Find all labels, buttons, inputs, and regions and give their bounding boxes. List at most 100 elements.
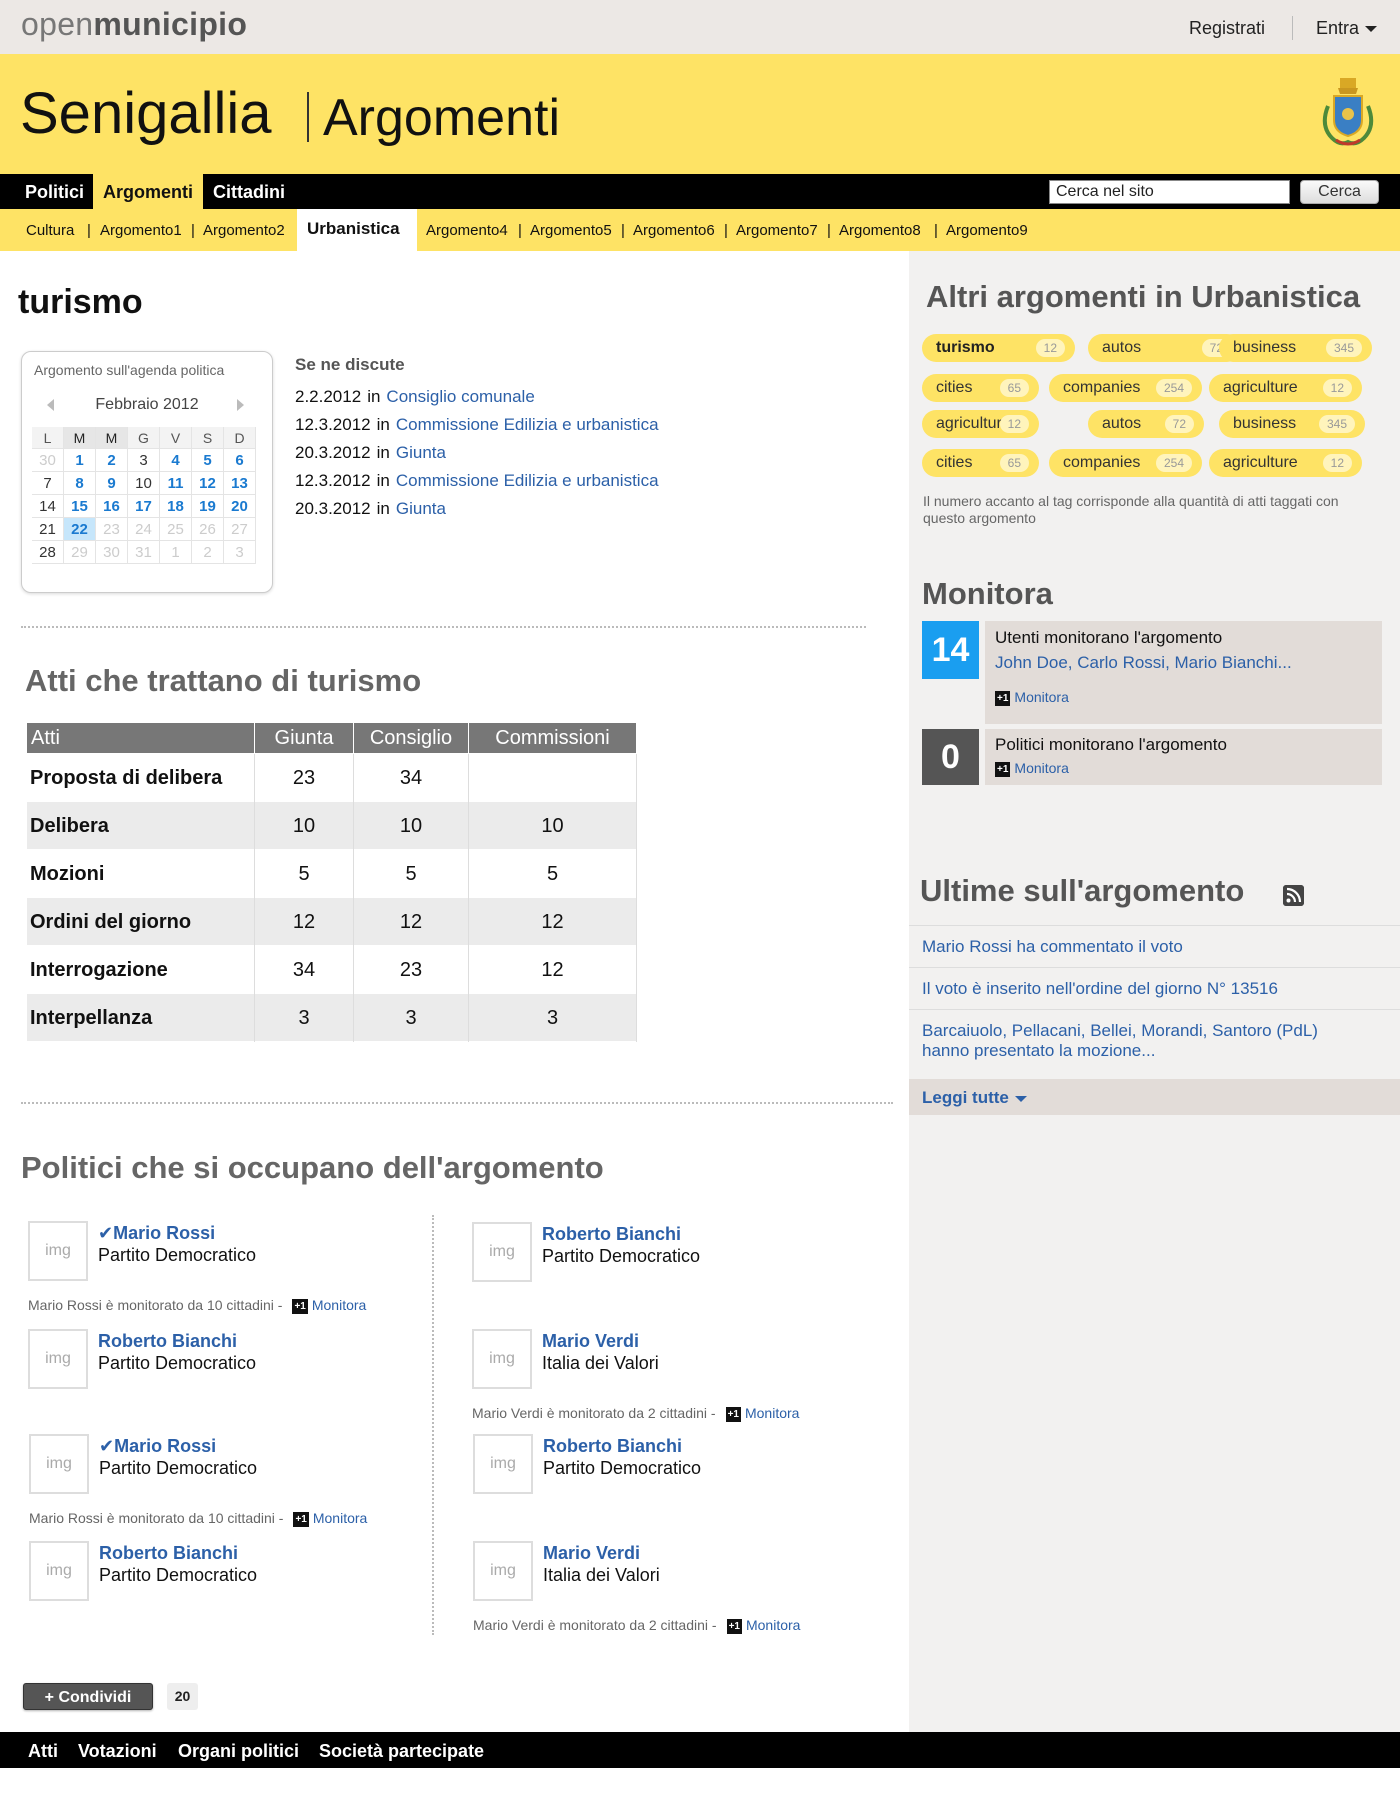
calendar-day-link[interactable]: 2 xyxy=(96,449,128,472)
calendar-day-today[interactable]: 22 xyxy=(64,518,96,541)
politician-name-link[interactable]: ✔Mario Rossi xyxy=(98,1223,215,1244)
latest-item-link[interactable]: Mario Rossi ha commentato il voto xyxy=(922,937,1362,957)
politician-name-link[interactable]: Roberto Bianchi xyxy=(542,1224,681,1245)
register-link[interactable]: Registrati xyxy=(1189,18,1265,39)
search-input[interactable] xyxy=(1049,180,1290,204)
search-button[interactable]: Cerca xyxy=(1300,180,1379,204)
subnav-item[interactable]: Argomento2 xyxy=(203,209,285,251)
latest-item[interactable]: Il voto è inserito nell'ordine del giorn… xyxy=(909,967,1400,1009)
nav-argomenti[interactable]: Argomenti xyxy=(93,174,203,209)
subnav-item[interactable]: Cultura xyxy=(26,209,74,251)
politician-photo[interactable]: img xyxy=(29,1541,89,1601)
calendar-day-link[interactable]: 9 xyxy=(96,472,128,495)
tag-pill[interactable]: companies 254 xyxy=(1049,449,1202,477)
subnav-item[interactable]: Argomento6 xyxy=(633,209,715,251)
politician-photo[interactable]: img xyxy=(473,1541,533,1601)
discussion-place-link[interactable]: Commissione Edilizia e urbanistica xyxy=(396,415,659,434)
calendar-day-link[interactable]: 15 xyxy=(64,495,96,518)
discussion-place-link[interactable]: Giunta xyxy=(396,443,446,462)
subnav-item[interactable]: Argomento5 xyxy=(530,209,612,251)
tag-pill[interactable]: agriculture 12 xyxy=(1209,449,1362,477)
share-button[interactable]: + Condividi xyxy=(23,1683,153,1710)
follow-link[interactable]: Monitora xyxy=(313,1510,367,1526)
follow-link[interactable]: Monitora xyxy=(745,1405,799,1421)
calendar-day: 25 xyxy=(160,518,192,541)
politician-name-link[interactable]: ✔Mario Rossi xyxy=(99,1436,216,1457)
calendar-day-link[interactable]: 12 xyxy=(192,472,224,495)
calendar-day-link[interactable]: 13 xyxy=(224,472,256,495)
politician-name-link[interactable]: Roberto Bianchi xyxy=(99,1543,238,1564)
politician-name-link[interactable]: Mario Verdi xyxy=(542,1331,639,1352)
follow-link[interactable]: Monitora xyxy=(746,1617,800,1633)
subnav-item[interactable]: Argomento1 xyxy=(100,209,182,251)
calendar-day: 23 xyxy=(96,518,128,541)
follow-link[interactable]: Monitora xyxy=(1014,689,1068,705)
politician-photo[interactable]: img xyxy=(473,1434,533,1494)
tag-pill[interactable]: cities 65 xyxy=(922,374,1039,402)
follow-link[interactable]: Monitora xyxy=(1014,760,1068,776)
discussion-place-link[interactable]: Commissione Edilizia e urbanistica xyxy=(396,471,659,490)
plus-one-icon: +1 xyxy=(995,690,1011,706)
subnav-item-active[interactable]: Urbanistica xyxy=(297,209,417,251)
nav-cittadini[interactable]: Cittadini xyxy=(203,174,295,209)
latest-item[interactable]: Barcaiuolo, Pellacani, Bellei, Morandi, … xyxy=(909,1009,1400,1079)
politician-photo[interactable]: img xyxy=(472,1329,532,1389)
discussion-place-link[interactable]: Giunta xyxy=(396,499,446,518)
tag-pill[interactable]: business 345 xyxy=(1219,334,1372,362)
nav-politici[interactable]: Politici xyxy=(15,174,94,209)
tag-pill[interactable]: agriculture 12 xyxy=(922,410,1039,438)
tag-pill[interactable]: companies 254 xyxy=(1049,374,1202,402)
footer-link-organi[interactable]: Organi politici xyxy=(178,1732,299,1768)
read-all-bar[interactable]: Leggi tutte xyxy=(909,1079,1400,1115)
tag-count: 12 xyxy=(1035,339,1065,357)
calendar-day-link[interactable]: 5 xyxy=(192,449,224,472)
calendar-day-link[interactable]: 19 xyxy=(192,495,224,518)
subnav-item[interactable]: Argomento4 xyxy=(426,209,508,251)
latest-item[interactable]: Mario Rossi ha commentato il voto xyxy=(909,925,1400,967)
politician-photo[interactable]: img xyxy=(472,1222,532,1282)
calendar-day: 3 xyxy=(128,449,160,472)
subnav-item[interactable]: Argomento7 xyxy=(736,209,818,251)
tag-pill[interactable]: agriculture 12 xyxy=(1209,374,1362,402)
calendar-day-link[interactable]: 18 xyxy=(160,495,192,518)
calendar-day-link[interactable]: 16 xyxy=(96,495,128,518)
footer-link-atti[interactable]: Atti xyxy=(28,1732,58,1768)
calendar-day-link[interactable]: 6 xyxy=(224,449,256,472)
tag-pill[interactable]: turismo 12 xyxy=(922,334,1075,362)
politician-photo[interactable]: img xyxy=(28,1329,88,1389)
politician-name-link[interactable]: Roberto Bianchi xyxy=(543,1436,682,1457)
politician-photo[interactable]: img xyxy=(29,1434,89,1494)
politician-name-link[interactable]: Mario Verdi xyxy=(543,1543,640,1564)
users-monitor-follow[interactable]: +1 Monitora xyxy=(995,689,1069,706)
read-all-link[interactable]: Leggi tutte xyxy=(922,1088,1027,1108)
discussion-place-link[interactable]: Consiglio comunale xyxy=(386,387,534,406)
calendar-day-link[interactable]: 17 xyxy=(128,495,160,518)
latest-item-link[interactable]: Il voto è inserito nell'ordine del giorn… xyxy=(922,979,1362,999)
politician-photo[interactable]: img xyxy=(28,1221,88,1281)
users-monitor-names[interactable]: John Doe, Carlo Rossi, Mario Bianchi... xyxy=(995,653,1292,673)
footer-link-votazioni[interactable]: Votazioni xyxy=(78,1732,157,1768)
follow-link[interactable]: Monitora xyxy=(312,1297,366,1313)
calendar-day-link[interactable]: 4 xyxy=(160,449,192,472)
login-dropdown[interactable]: Entra xyxy=(1316,18,1378,39)
calendar-day-link[interactable]: 11 xyxy=(160,472,192,495)
calendar-day-link[interactable]: 8 xyxy=(64,472,96,495)
footer-link-societa[interactable]: Società partecipate xyxy=(319,1732,484,1768)
tag-count: 72 xyxy=(1164,415,1194,433)
subnav-item[interactable]: Argomento8 xyxy=(839,209,921,251)
table-cell: 10 xyxy=(255,802,354,850)
calendar-day-link[interactable]: 20 xyxy=(224,495,256,518)
rss-icon[interactable] xyxy=(1283,885,1304,906)
subnav-item[interactable]: Argomento9 xyxy=(946,209,1028,251)
politicians-monitor-follow[interactable]: +1 Monitora xyxy=(995,760,1069,777)
politician-monitor-text: Mario Verdi è monitorato da 2 cittadini … xyxy=(473,1617,717,1633)
tag-pill[interactable]: business 345 xyxy=(1219,410,1365,438)
calendar-next-icon[interactable] xyxy=(237,399,244,411)
calendar-day-link[interactable]: 1 xyxy=(64,449,96,472)
tag-pill[interactable]: cities 65 xyxy=(922,449,1039,477)
politician-card: img Roberto Bianchi Partito Democratico xyxy=(29,1541,429,1641)
politician-name-link[interactable]: Roberto Bianchi xyxy=(98,1331,237,1352)
site-logo[interactable]: openmunicipio xyxy=(21,6,247,43)
tag-pill[interactable]: autos 72 xyxy=(1088,410,1204,438)
latest-item-link[interactable]: Barcaiuolo, Pellacani, Bellei, Morandi, … xyxy=(922,1021,1362,1061)
